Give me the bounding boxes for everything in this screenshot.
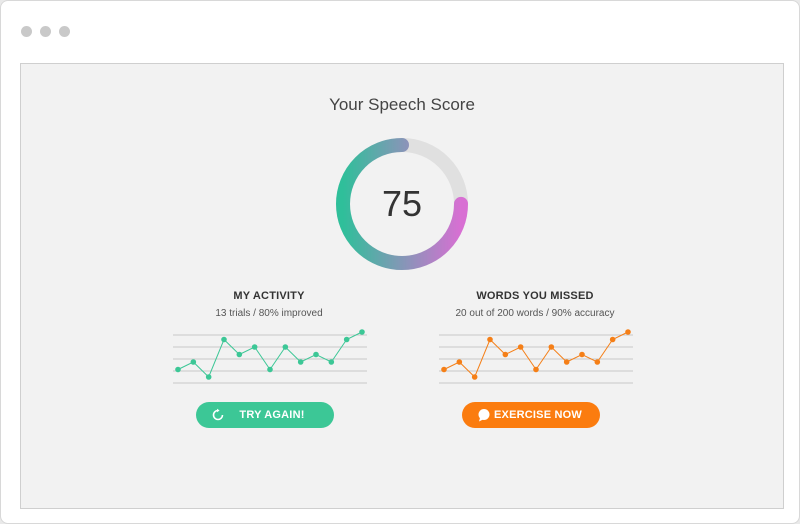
- missed-point: [517, 344, 524, 350]
- score-value: 75: [381, 183, 423, 224]
- refresh-icon: [212, 408, 224, 421]
- missed-point: [625, 329, 631, 335]
- activity-point: [313, 351, 319, 358]
- window-dot-close[interactable]: [21, 26, 32, 37]
- missed-point: [548, 344, 555, 350]
- activity-title: MY ACTIVITY: [233, 290, 305, 302]
- missed-point: [609, 336, 616, 343]
- missed-point: [441, 366, 447, 373]
- exercise-now-label: EXERCISE NOW: [494, 409, 582, 421]
- activity-sparkline: [173, 329, 367, 384]
- missed-sparkline: [439, 329, 633, 384]
- missed-point: [594, 359, 601, 365]
- try-again-button[interactable]: TRY AGAIN!: [196, 402, 334, 428]
- activity-point: [251, 344, 258, 350]
- page-title: Your Speech Score: [329, 95, 475, 114]
- missed-point: [502, 351, 509, 358]
- activity-point: [343, 336, 350, 343]
- activity-point: [267, 366, 273, 373]
- activity-point: [359, 329, 365, 335]
- missed-point: [456, 359, 463, 365]
- missed-point: [563, 359, 570, 365]
- missed-subtitle: 20 out of 200 words / 90% accuracy: [455, 308, 615, 319]
- window-controls: [21, 26, 70, 37]
- missed-point: [579, 351, 585, 358]
- browser-window: Your Speech Score 75 MY ACTIVITY 13 tria…: [0, 0, 800, 524]
- activity-point: [236, 351, 243, 358]
- activity-point: [221, 336, 227, 343]
- speech-bubble-icon: [478, 409, 490, 422]
- activity-point: [190, 359, 197, 365]
- activity-subtitle: 13 trials / 80% improved: [215, 308, 323, 319]
- try-again-label: TRY AGAIN!: [239, 409, 305, 421]
- missed-section: WORDS YOU MISSED 20 out of 200 words / 9…: [410, 290, 660, 319]
- missed-point: [533, 366, 539, 373]
- activity-point: [328, 359, 335, 365]
- speech-score-panel: Your Speech Score 75 MY ACTIVITY 13 tria…: [20, 63, 784, 509]
- activity-section: MY ACTIVITY 13 trials / 80% improved: [144, 290, 394, 319]
- exercise-now-button[interactable]: EXERCISE NOW: [462, 402, 600, 428]
- missed-title: WORDS YOU MISSED: [476, 290, 594, 302]
- window-dot-maximize[interactable]: [59, 26, 70, 37]
- activity-point: [175, 366, 181, 373]
- window-dot-minimize[interactable]: [40, 26, 51, 37]
- missed-point: [487, 336, 493, 343]
- activity-point: [297, 359, 304, 365]
- missed-point: [471, 374, 478, 380]
- activity-point: [205, 374, 212, 380]
- activity-point: [282, 344, 289, 350]
